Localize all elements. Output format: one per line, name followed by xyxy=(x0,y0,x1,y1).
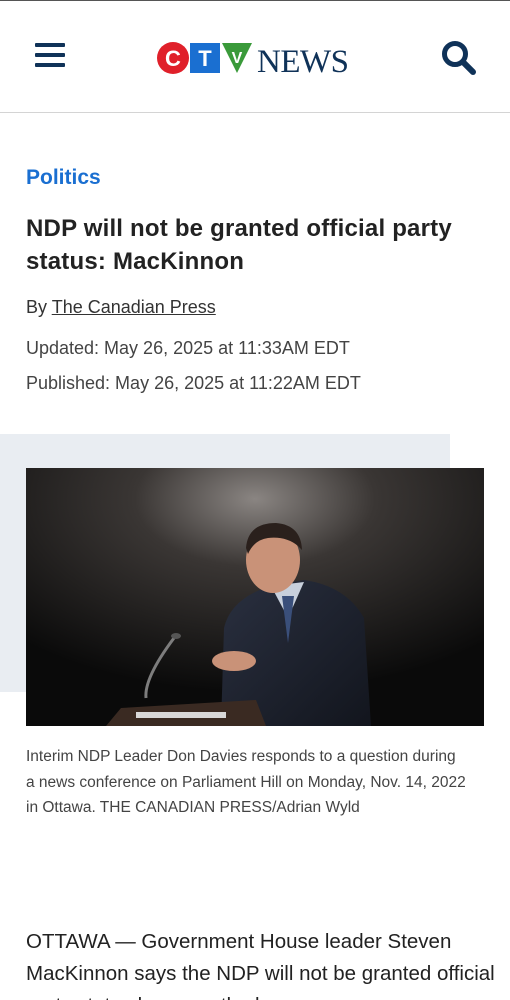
search-icon[interactable] xyxy=(440,39,478,77)
byline-prefix: By xyxy=(26,297,48,317)
photo-caption: Interim NDP Leader Don Davies responds t… xyxy=(26,748,466,816)
menu-bar xyxy=(35,43,65,47)
menu-bar xyxy=(35,53,65,57)
author-link[interactable]: The Canadian Press xyxy=(52,297,216,317)
svg-text:NEWS: NEWS xyxy=(257,44,349,79)
article-photo[interactable] xyxy=(26,468,484,726)
published-timestamp: Published: May 26, 2025 at 11:22AM EDT xyxy=(26,373,361,393)
svg-text:T: T xyxy=(198,46,212,71)
menu-bar xyxy=(35,63,65,67)
ctv-news-logo[interactable]: C T V NEWS xyxy=(156,39,356,80)
site-header: C T V NEWS xyxy=(0,1,510,113)
svg-text:V: V xyxy=(232,50,243,67)
article-headline: NDP will not be granted official party s… xyxy=(26,215,452,275)
byline: By The Canadian Press xyxy=(26,297,216,318)
hamburger-menu-icon[interactable] xyxy=(30,39,66,75)
category-link[interactable]: Politics xyxy=(26,166,101,190)
article-body-paragraph: OTTAWA — Government House leader Steven … xyxy=(26,930,495,1000)
svg-text:C: C xyxy=(165,46,181,71)
updated-timestamp: Updated: May 26, 2025 at 11:33AM EDT xyxy=(26,338,350,358)
